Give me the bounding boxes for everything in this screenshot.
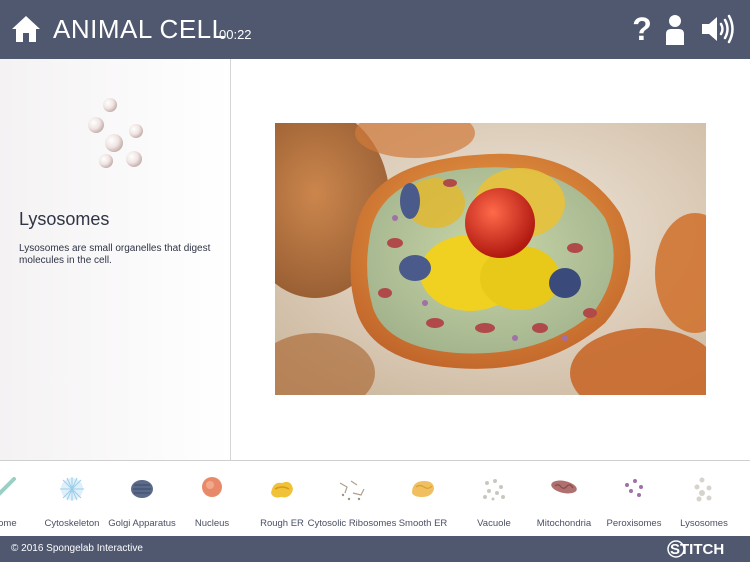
peroxisomes-icon	[625, 479, 643, 497]
organelle-label: Cytoskeleton	[44, 518, 100, 529]
organelle-item-nucleus[interactable]: Nucleus	[182, 461, 242, 536]
timer: 00:22	[219, 27, 252, 42]
organelle-item-golgi-apparatus[interactable]: Golgi Apparatus	[106, 461, 178, 536]
help-icon[interactable]: ?	[630, 12, 654, 46]
organelle-label: some	[0, 518, 17, 529]
user-icon[interactable]	[664, 14, 686, 46]
organelle-label: Rough ER	[260, 518, 304, 529]
info-panel: Lysosomes Lysosomes are small organelles…	[0, 59, 231, 460]
organelle-item-peroxisomes[interactable]: Peroxisomes	[602, 461, 666, 536]
cytosolic-ribosomes-icon	[339, 480, 365, 501]
organelle-item-ribosome[interactable]: some	[0, 461, 35, 536]
checkmark-icon	[0, 477, 16, 496]
top-bar: ANIMAL CELL 00:22 ?	[0, 0, 750, 59]
organelle-label: Nucleus	[194, 518, 230, 529]
organelle-description: Lysosomes are small organelles that dige…	[19, 243, 211, 266]
copyright-text: © 2016 Spongelab Interactive	[11, 543, 143, 554]
golgi-apparatus-icon	[131, 480, 153, 498]
organelle-label: Vacuole	[477, 518, 511, 529]
animal-cell-illustration[interactable]	[275, 123, 706, 395]
stitch-logo: STITCH	[667, 540, 724, 558]
organelle-label: Peroxisomes	[606, 518, 662, 529]
organelle-label: Mitochondria	[536, 518, 592, 529]
organelle-item-rough-er[interactable]: Rough ER	[252, 461, 312, 536]
rough-er-icon	[271, 481, 293, 498]
speaker-icon[interactable]	[700, 14, 736, 44]
organelle-label: Golgi Apparatus	[108, 518, 176, 529]
app-title: ANIMAL CELL	[53, 14, 227, 44]
organelle-label: Lysosomes	[680, 518, 728, 529]
organelle-label: Smooth ER	[398, 518, 448, 529]
organelle-item-smooth-er[interactable]: Smooth ER	[396, 461, 450, 536]
svg-text:STITCH: STITCH	[670, 541, 724, 558]
organelle-selector: some Cytoskeleton Golgi Apparatus Nucleu…	[0, 460, 750, 536]
organelle-item-cytosolic-ribosomes[interactable]: Cytosolic Ribosomes	[307, 461, 397, 536]
organelle-item-mitochondria[interactable]: Mitochondria	[532, 461, 596, 536]
vacuole-icon	[483, 479, 505, 501]
home-icon[interactable]	[10, 13, 42, 45]
lysosomes-icon	[694, 477, 712, 502]
organelle-label: Cytosolic Ribosomes	[307, 518, 397, 529]
cytoskeleton-icon	[60, 477, 84, 501]
organelle-item-cytoskeleton[interactable]: Cytoskeleton	[40, 461, 104, 536]
nucleus-icon	[202, 477, 222, 497]
mitochondria-icon	[551, 480, 577, 494]
lysosomes-thumbnail	[88, 98, 143, 168]
smooth-er-icon	[412, 481, 434, 497]
organelle-item-lysosomes[interactable]: Lysosomes	[672, 461, 736, 536]
footer-bar: © 2016 Spongelab Interactive STITCH	[0, 536, 750, 562]
main-view	[232, 59, 750, 460]
organelle-item-vacuole[interactable]: Vacuole	[464, 461, 524, 536]
organelle-title: Lysosomes	[19, 209, 110, 229]
